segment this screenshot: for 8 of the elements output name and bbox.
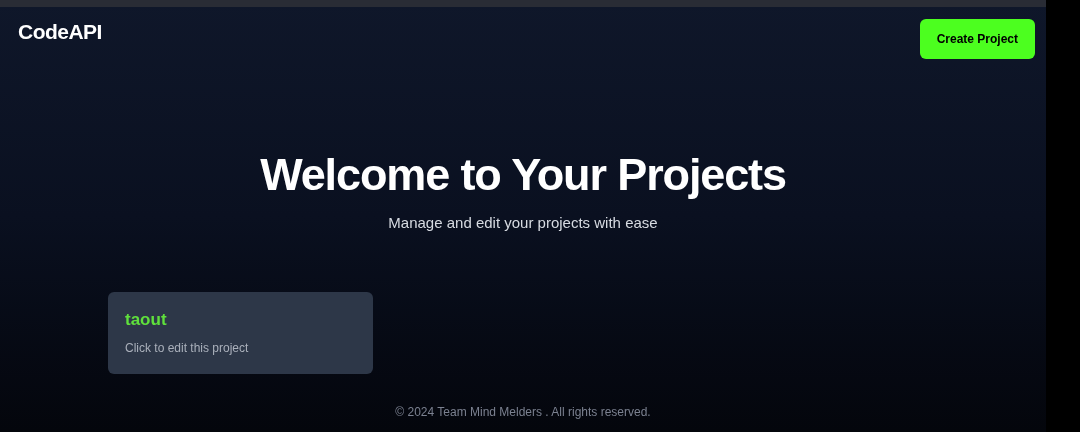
- hero-title: Welcome to Your Projects: [260, 152, 786, 197]
- footer-text: © 2024 Team Mind Melders . All rights reserved.: [395, 404, 651, 421]
- create-project-button[interactable]: Create Project: [919, 19, 1035, 59]
- project-name: taout: [125, 310, 167, 328]
- logo-text: CodeAPI: [18, 19, 102, 45]
- project-card[interactable]: taout Click to edit this project: [108, 291, 373, 374]
- hero-subtitle: Manage and edit your projects with ease: [388, 213, 658, 233]
- project-hint: Click to edit this project: [125, 339, 249, 357]
